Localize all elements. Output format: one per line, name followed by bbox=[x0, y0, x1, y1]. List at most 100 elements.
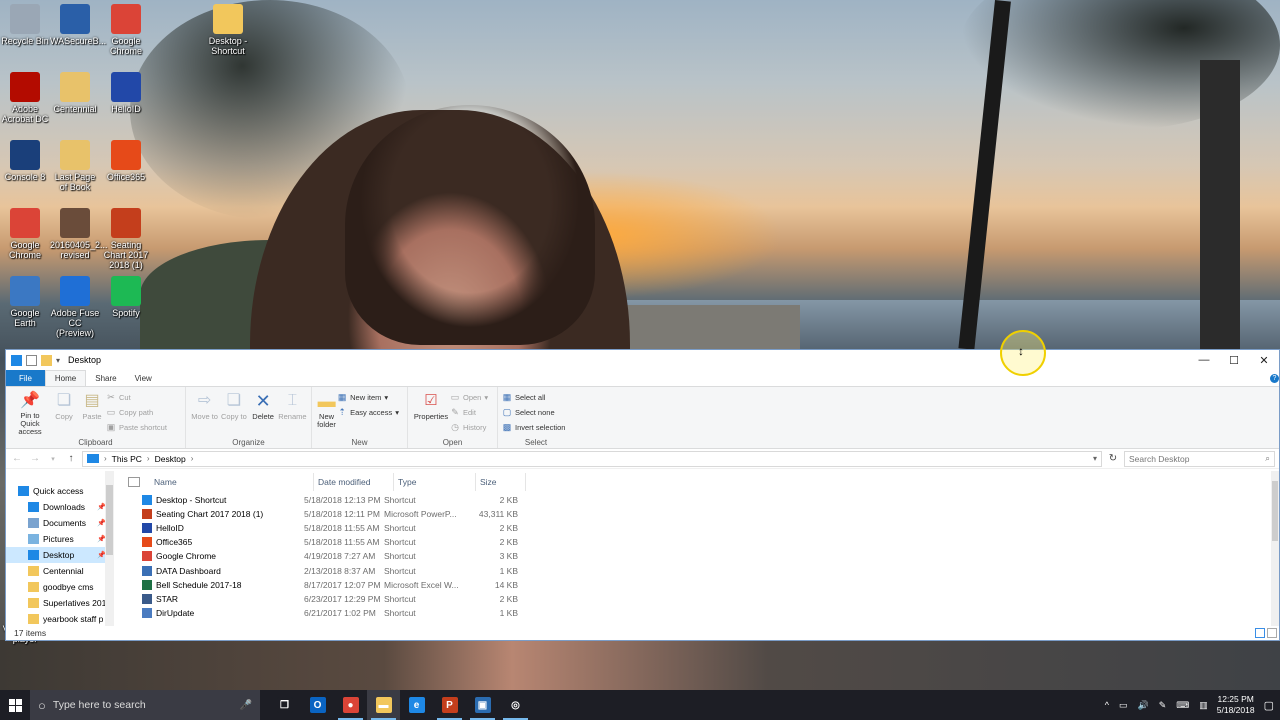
large-icons-view-icon[interactable] bbox=[1267, 628, 1277, 638]
delete-button[interactable]: ✕ Delete bbox=[249, 389, 278, 436]
maximize-button[interactable]: ☐ bbox=[1219, 350, 1249, 370]
forward-arrow-icon[interactable]: → bbox=[28, 453, 42, 464]
minimize-button[interactable]: — bbox=[1189, 350, 1219, 370]
invert-selection-button[interactable]: ▩ Invert selection bbox=[502, 421, 566, 433]
tab-home[interactable]: Home bbox=[44, 370, 87, 386]
keyboard-icon[interactable]: ⌨ bbox=[1176, 700, 1189, 711]
desktop-icon-recycle-bin[interactable]: Recycle Bin bbox=[0, 4, 50, 46]
desktop-icon-helloid[interactable]: HelloID bbox=[101, 72, 151, 114]
desktop-icon-spotify[interactable]: Spotify bbox=[101, 276, 151, 318]
desktop-icon-google-chrome[interactable]: Google Chrome bbox=[101, 4, 151, 56]
desktop-icon-20160405-2-revised[interactable]: 20160405_2... revised bbox=[50, 208, 108, 260]
nav-scrollbar-thumb[interactable] bbox=[106, 485, 113, 555]
properties-button[interactable]: ☑ Properties bbox=[412, 389, 450, 436]
desktop-icon-google-chrome[interactable]: Google Chrome bbox=[0, 208, 50, 260]
tab-view[interactable]: View bbox=[126, 370, 161, 386]
taskbar-cortana-button[interactable]: ◎ bbox=[499, 690, 532, 720]
recent-locations-chevron-icon[interactable]: ▾ bbox=[46, 455, 60, 463]
column-size[interactable]: Size bbox=[476, 473, 526, 491]
new-item-button[interactable]: ▦ New item ▾ bbox=[337, 391, 399, 403]
select-all-button[interactable]: ▦ Select all bbox=[502, 391, 565, 403]
close-button[interactable]: ✕ bbox=[1249, 350, 1279, 370]
rename-button[interactable]: ⌶ Rename bbox=[278, 389, 307, 436]
taskbar-edge-button[interactable]: e bbox=[400, 690, 433, 720]
search-input[interactable]: Search Desktop bbox=[1129, 454, 1265, 464]
up-arrow-icon[interactable]: ↑ bbox=[64, 453, 78, 464]
select-none-button[interactable]: ▢ Select none bbox=[502, 406, 565, 418]
file-list-scrollbar[interactable] bbox=[1271, 471, 1279, 626]
breadcrumb-separator-icon[interactable]: › bbox=[104, 454, 107, 463]
nav-item-goodbye-cms[interactable]: goodbye cms bbox=[6, 579, 114, 595]
address-dropdown-icon[interactable]: ▾ bbox=[1093, 454, 1097, 463]
column-name[interactable]: Name bbox=[150, 473, 314, 491]
desktop-icon-google-earth[interactable]: Google Earth bbox=[0, 276, 50, 328]
notifications-icon[interactable]: ▢ bbox=[1264, 699, 1274, 712]
desktop-icon-last-page-of-book[interactable]: Last Page of Book bbox=[50, 140, 100, 192]
nav-item-downloads[interactable]: Downloads 📌 bbox=[6, 499, 114, 515]
new-folder-quick-icon[interactable] bbox=[41, 354, 52, 366]
back-arrow-icon[interactable]: ← bbox=[10, 453, 24, 464]
start-button[interactable] bbox=[0, 690, 30, 720]
nav-item-pictures[interactable]: Pictures 📌 bbox=[6, 531, 114, 547]
desktop-icon-centennial[interactable]: Centennial bbox=[50, 72, 100, 114]
copy-path-button[interactable]: ▭ Copy path bbox=[106, 406, 167, 418]
desktop-icon-desktop-shortcut[interactable]: Desktop - Shortcut bbox=[203, 4, 253, 56]
network-icon[interactable]: ▭ bbox=[1119, 700, 1128, 711]
nav-item-documents[interactable]: Documents 📌 bbox=[6, 515, 114, 531]
file-row[interactable]: DATA Dashboard 2/13/2018 8:37 AM Shortcut 1… bbox=[124, 563, 1279, 577]
edit-button[interactable]: ✎ Edit bbox=[450, 406, 488, 418]
details-view-icon[interactable] bbox=[1255, 628, 1265, 638]
search-box[interactable]: Search Desktop ⌕ bbox=[1124, 450, 1275, 467]
address-bar[interactable]: › This PC › Desktop › ▾ bbox=[82, 450, 1102, 467]
properties-quick-icon[interactable] bbox=[26, 354, 37, 366]
history-button[interactable]: ◷ History bbox=[450, 421, 488, 433]
easy-access-button[interactable]: ⇡ Easy access ▾ bbox=[337, 406, 399, 418]
paste-button[interactable]: ▤ Paste bbox=[78, 389, 106, 436]
file-row[interactable]: Google Chrome 4/19/2018 7:27 AM Shortcut 3 … bbox=[124, 549, 1279, 563]
pin-quick-access-button[interactable]: 📌 Pin to Quick access bbox=[10, 389, 50, 436]
open-button[interactable]: ▭ Open ▾ bbox=[450, 391, 488, 403]
taskbar-app-button[interactable]: ▣ bbox=[466, 690, 499, 720]
cut-button[interactable]: ✂ Cut bbox=[106, 391, 167, 403]
file-row[interactable]: DirUpdate 6/21/2017 1:02 PM Shortcut 1 KB bbox=[124, 606, 1279, 620]
nav-item-desktop[interactable]: Desktop 📌 bbox=[6, 547, 114, 563]
file-row[interactable]: HelloID 5/18/2018 11:55 AM Shortcut 2 KB bbox=[124, 521, 1279, 535]
select-all-checkbox[interactable] bbox=[128, 477, 140, 487]
pen-icon[interactable]: ✎ bbox=[1159, 700, 1167, 711]
nav-item-superlatives-2018[interactable]: Superlatives 2018 bbox=[6, 595, 114, 611]
column-type[interactable]: Type bbox=[394, 473, 476, 491]
nav-item-centennial[interactable]: Centennial bbox=[6, 563, 114, 579]
breadcrumb-desktop[interactable]: Desktop bbox=[155, 454, 186, 464]
breadcrumb-separator-icon[interactable]: › bbox=[147, 454, 150, 463]
desktop-icon-adobe-fuse-cc-preview[interactable]: Adobe Fuse CC (Preview) bbox=[50, 276, 100, 338]
new-folder-button[interactable]: ▬ New folder bbox=[316, 389, 337, 436]
desktop-icon-wasecureb[interactable]: WASecureB... bbox=[50, 4, 106, 46]
help-icon[interactable]: ? bbox=[1270, 373, 1279, 383]
taskbar-powerpoint-button[interactable]: P bbox=[433, 690, 466, 720]
action-icon[interactable]: ▥ bbox=[1199, 700, 1208, 711]
breadcrumb-separator-icon[interactable]: › bbox=[191, 454, 194, 463]
taskbar-clock[interactable]: 12:25 PM 5/18/2018 bbox=[1217, 694, 1255, 716]
volume-icon[interactable]: 🔊 bbox=[1137, 700, 1148, 711]
breadcrumb-this-pc[interactable]: This PC bbox=[112, 454, 142, 464]
file-row[interactable]: STAR 6/23/2017 12:29 PM Shortcut 2 KB bbox=[124, 592, 1279, 606]
copy-to-button[interactable]: ❏ Copy to bbox=[219, 389, 248, 436]
taskbar-task-view-button[interactable]: ❐ bbox=[268, 690, 301, 720]
column-date-modified[interactable]: Date modified bbox=[314, 473, 394, 491]
nav-item-quick-access[interactable]: Quick access bbox=[6, 483, 114, 499]
taskbar-search-input[interactable]: Type here to search bbox=[53, 699, 146, 711]
microphone-icon[interactable]: 🎤 bbox=[240, 700, 252, 711]
taskbar-outlook-button[interactable]: O bbox=[301, 690, 334, 720]
desktop-icon-console-8[interactable]: Console 8 bbox=[0, 140, 50, 182]
taskbar-search-box[interactable]: ○ Type here to search 🎤 bbox=[30, 690, 260, 720]
refresh-icon[interactable]: ↻ bbox=[1106, 453, 1120, 464]
title-bar[interactable]: ▾ Desktop — ☐ ✕ bbox=[6, 350, 1279, 370]
taskbar-chrome-button[interactable]: ● bbox=[334, 690, 367, 720]
paste-shortcut-button[interactable]: ▣ Paste shortcut bbox=[106, 421, 167, 433]
file-row[interactable]: Desktop - Shortcut 5/18/2018 12:13 PM Shor… bbox=[124, 493, 1279, 507]
taskbar-file-explorer-button[interactable]: ▬ bbox=[367, 690, 400, 720]
customize-toolbar-icon[interactable]: ▾ bbox=[56, 356, 60, 365]
desktop-icon-seating-chart-2017-2018-1[interactable]: Seating Chart 2017 2018 (1) bbox=[101, 208, 151, 270]
file-list-scrollbar-thumb[interactable] bbox=[1272, 481, 1278, 541]
show-hidden-icons-icon[interactable]: ^ bbox=[1105, 700, 1109, 711]
